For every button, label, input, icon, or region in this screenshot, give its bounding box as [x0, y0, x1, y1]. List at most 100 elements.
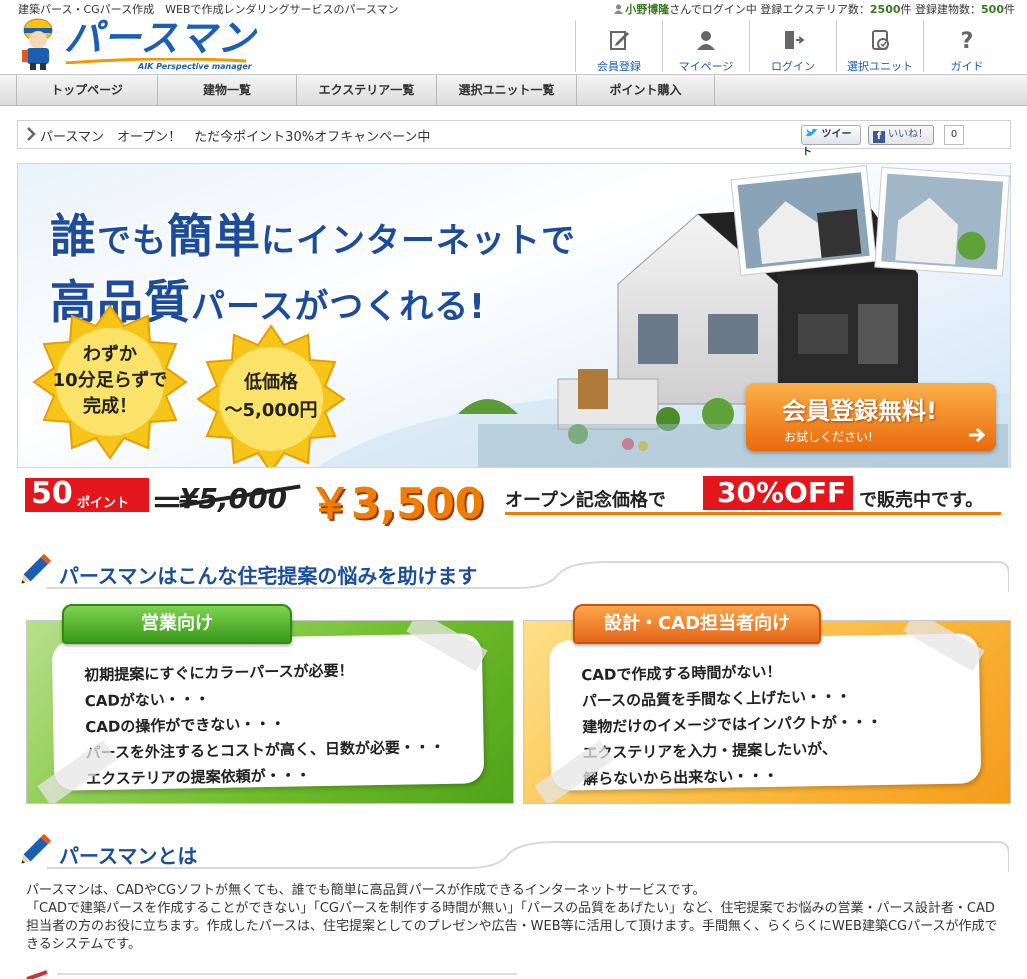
headline-part-1: 誰: [50, 209, 97, 263]
open-price-text: オープン記念価格で: [505, 490, 666, 511]
badge-low-price: 低価格 ～5,000円: [196, 324, 346, 467]
about-paragraph-2: 「CADで建築パースを作成することができない」「CGパースを制作する時間が無い」…: [26, 901, 998, 952]
design-line: パースの品質を手間なく上げたい・・・: [581, 687, 852, 711]
new-price: ￥3,500: [309, 479, 484, 528]
design-line: 解らないから出来ない・・・: [582, 766, 779, 789]
building-count: 500: [981, 3, 1004, 16]
login-status: 小野博隆さんでログイン中 登録エクステリア数：2500件 登録建物数：500件: [614, 1, 1015, 17]
top-icon-nav: 会員登録 マイページ ログイン 選択ユニット ? ガイド: [575, 20, 1015, 73]
section-problems-header: パースマンはこんな住宅提案の悩みを助けます: [17, 548, 1009, 592]
ticker-text[interactable]: パースマン オープン！ ただ今ポイント30%オフキャンペーン中: [40, 126, 430, 145]
twitter-bird-icon: [806, 128, 818, 137]
user-icon: [614, 4, 624, 14]
badge1-line2: 10分足らずで: [52, 370, 168, 391]
sales-line: CADがない・・・: [84, 690, 210, 711]
about-paragraph-1: パースマンは、CADやCGソフトが無くても、誰でも簡単に高品質パースが作成できる…: [26, 883, 706, 898]
menu-divider: [16, 75, 17, 105]
mascot-icon: [22, 18, 53, 70]
main-menu: トップページ 建物一覧 エクステリア一覧 選択ユニット一覧 ポイント購入: [0, 74, 1027, 106]
sales-line: CADの操作ができない・・・: [85, 714, 286, 737]
nav-mypage-label: マイページ: [678, 60, 734, 73]
like-label: いいね！: [888, 129, 928, 140]
register-icon: [610, 31, 629, 50]
nav-selected-units[interactable]: 選択ユニット: [836, 20, 923, 73]
on-sale-text: で販売中です。: [859, 490, 984, 511]
menu-buildings[interactable]: 建物一覧: [158, 75, 297, 105]
logo-wordmark: パースマン: [64, 16, 256, 60]
nav-register[interactable]: 会員登録: [575, 20, 662, 73]
headline-part-4: にインターネットで: [261, 221, 576, 261]
sales-line: エクステリアの提案依頼が・・・: [85, 766, 311, 789]
section-problems-title: パースマンはこんな住宅提案の悩みを助けます: [59, 564, 478, 588]
chevron-right-icon: [27, 127, 36, 141]
tab-sales: 営業向け: [62, 604, 292, 644]
logo-subtitle: AIK Perspective manager: [138, 62, 252, 71]
exterior-count-label: 登録エクステリア数：: [760, 3, 870, 16]
headline-part-2: でも: [97, 221, 167, 261]
nav-guide[interactable]: ? ガイド: [923, 20, 1010, 73]
next-section-decoration: [26, 970, 517, 979]
badge-ten-minutes: わずか 10分足らずで 完成！: [32, 304, 188, 460]
like-count: 0: [944, 125, 964, 145]
user-name[interactable]: 小野博隆: [625, 3, 669, 16]
price-campaign-strip: 50 ポイント ＝ ¥5,000 ￥3,500 オープン記念価格で 30%OFF…: [25, 476, 1005, 528]
points-badge: 50 ポイント: [25, 476, 149, 512]
section-about-title: パースマンとは: [59, 844, 198, 868]
news-ticker: パースマン オープン！ ただ今ポイント30%オフキャンペーン中 ツイート f いい…: [17, 120, 1011, 158]
hero-headline-line1: 誰でも簡単にインターネットで: [50, 200, 576, 266]
menu-top-page[interactable]: トップページ: [17, 75, 158, 105]
tab-design-cad: 設計・CAD担当者向け: [573, 604, 821, 644]
headline-part-6: パースがつくれる!: [191, 287, 486, 327]
cta-subtitle: お試しください!: [784, 430, 873, 444]
points-number: 50: [31, 476, 73, 511]
about-text: パースマンは、CADやCGソフトが無くても、誰でも簡単に高品質パースが作成できる…: [26, 882, 1006, 954]
building-count-unit: 件: [1004, 3, 1015, 16]
nav-guide-label: ガイド: [950, 60, 984, 73]
nav-selected-units-label: 選択ユニット: [847, 60, 913, 73]
free-register-button[interactable]: 会員登録無料! お試しください!: [746, 383, 996, 451]
panel-sales: 初期提案にすぐにカラーパースが必要！ CADがない・・・ CADの操作ができない…: [26, 620, 514, 804]
nav-login-label: ログイン: [771, 60, 815, 73]
cta-title: 会員登録無料!: [782, 397, 937, 425]
menu-selected-units[interactable]: 選択ユニット一覧: [437, 75, 577, 105]
facebook-icon: f: [873, 131, 885, 143]
badge1-line3: 完成！: [83, 396, 137, 417]
discount-badge: 30%OFF: [703, 476, 853, 510]
facebook-like-button[interactable]: f いいね！: [868, 125, 934, 145]
nav-login[interactable]: ログイン: [749, 20, 836, 73]
design-line: CADで作成する時間がない！: [581, 662, 782, 685]
sales-note: 初期提案にすぐにカラーパースが必要！ CADがない・・・ CADの操作ができない…: [51, 633, 485, 791]
arrow-right-icon: [969, 427, 986, 443]
question-icon: ?: [961, 29, 974, 51]
price-underline: [505, 512, 1001, 515]
building-count-label: 登録建物数：: [915, 3, 982, 16]
badge2-line1: 低価格: [244, 372, 298, 393]
menu-buy-points[interactable]: ポイント購入: [577, 75, 715, 105]
login-suffix: さんでログイン中: [669, 3, 757, 16]
sales-line: パースを外注するとコストが高く、日数が必要・・・: [85, 737, 446, 763]
panel-design: CADで作成する時間がない！ パースの品質を手間なく上げたい・・・ 建物だけのイ…: [523, 620, 1011, 804]
exterior-count: 2500: [869, 3, 901, 16]
tweet-button[interactable]: ツイート: [801, 125, 861, 158]
person-icon: [697, 31, 715, 50]
site-logo[interactable]: パースマン AIK Perspective manager: [18, 14, 258, 72]
exterior-count-unit: 件: [900, 3, 912, 16]
starburst-icon: [196, 324, 346, 467]
points-unit: ポイント: [77, 496, 130, 511]
design-line: エクステリアを入力・提案したいが、: [582, 739, 838, 763]
hero-banner[interactable]: 誰でも簡単にインターネットで 高品質パースがつくれる! わずか 10分足らずで …: [17, 163, 1011, 468]
svg-text:?: ?: [961, 29, 974, 51]
nav-register-label: 会員登録: [597, 60, 641, 73]
design-note: CADで作成する時間がない！ パースの品質を手間なく上げたい・・・ 建物だけのイ…: [548, 633, 982, 791]
nav-mypage[interactable]: マイページ: [662, 20, 749, 73]
discount-text: 30%OFF: [717, 476, 847, 509]
pencil-icon: [21, 833, 52, 864]
section-about-header: パースマンとは: [17, 828, 1009, 872]
menu-exteriors[interactable]: エクステリア一覧: [297, 75, 437, 105]
headline-part-3: 簡単: [167, 209, 261, 263]
design-line: 建物だけのイメージではインパクトが・・・: [582, 712, 883, 737]
unit-check-icon: [872, 30, 889, 50]
badge2-line2: ～5,000円: [224, 400, 318, 421]
badge1-line1: わずか: [83, 344, 137, 365]
sales-line: 初期提案にすぐにカラーパースが必要！: [84, 661, 354, 685]
